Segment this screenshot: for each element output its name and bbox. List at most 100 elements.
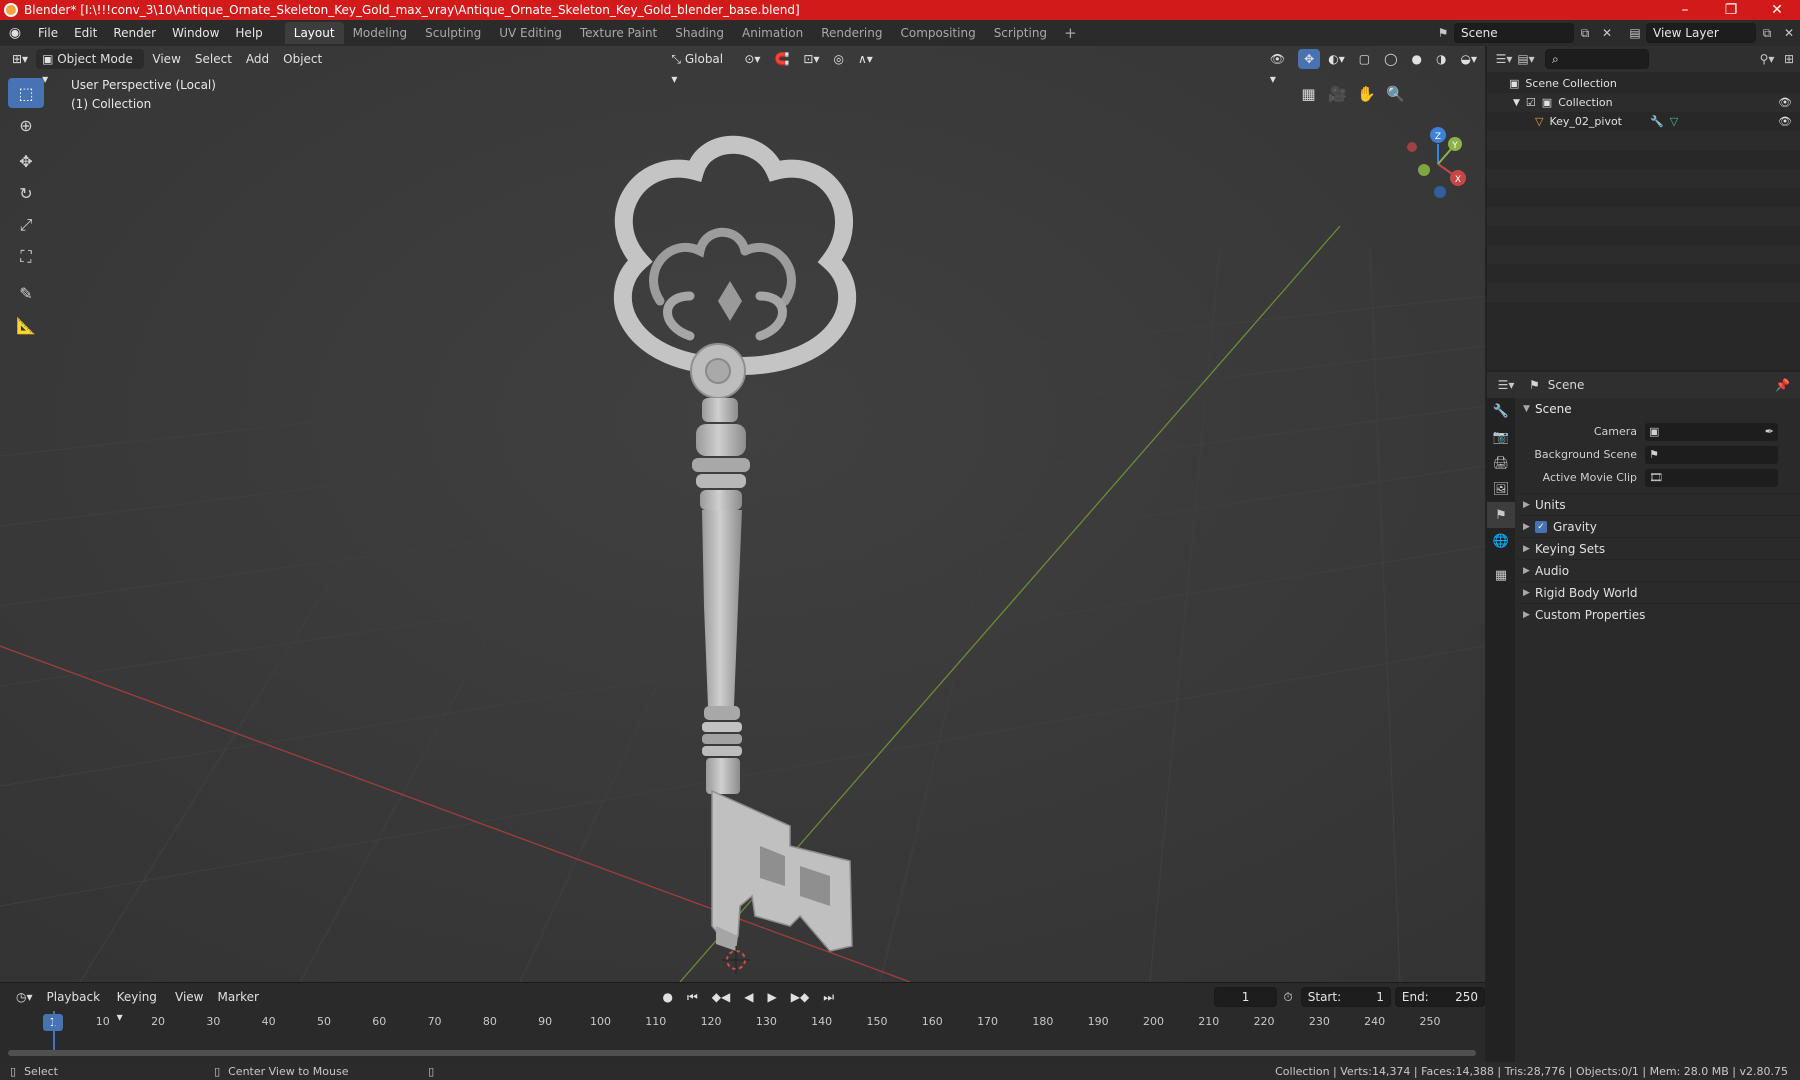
object-visibility-eye-icon[interactable]: 👁 [1778,115,1792,128]
gravity-panel[interactable]: ▶ ✓ Gravity [1517,515,1800,537]
expand-arrow-icon[interactable]: ▼ [1513,98,1520,108]
wireframe-shading-icon[interactable]: ◯ [1378,49,1403,69]
display-mode-icon[interactable]: ▤▾ [1515,49,1537,69]
blender-menu-icon[interactable]: ◉ [0,25,30,41]
outliner-row-collection[interactable]: ▼ ☑ ▣ Collection 👁 [1487,93,1800,112]
menu-object[interactable]: Object [277,49,328,69]
menu-keying[interactable]: Keying ▾ [111,987,167,1024]
filter-icon[interactable]: ⚲▾ [1756,49,1778,69]
timeline-ruler[interactable]: 1 10203040506070809010011012013014015016… [0,1011,1485,1033]
mesh-data-icon[interactable]: ▽ [1670,115,1678,128]
3d-viewport[interactable]: Z X Y ⊞▾ ▣ Object Mode ▾ View Select Add… [0,46,1485,982]
add-workspace-button[interactable]: + [1056,24,1085,42]
prev-keyframe-icon[interactable]: ◆◀ [706,987,736,1007]
rendered-shading-icon[interactable]: ◒▾ [1454,49,1483,69]
pivot-point-icon[interactable]: ⊙▾ [738,49,766,69]
properties-editor-type-icon[interactable]: ☰▾ [1495,375,1517,395]
transform-orientation-dropdown[interactable]: ⤡ Global ▾ [665,49,736,86]
tool-settings-tab-icon[interactable]: 🔧 [1487,398,1515,424]
new-collection-icon[interactable]: ⊞ [1778,49,1800,69]
select-box-tool-icon[interactable]: ⬚ [8,78,44,108]
menu-timeline-view[interactable]: View [169,987,209,1007]
rotate-tool-icon[interactable]: ↻ [8,178,44,208]
rigid-body-world-panel[interactable]: ▶ Rigid Body World [1517,581,1800,603]
view-layer-tab-icon[interactable]: 🖼 [1487,476,1515,502]
falloff-icon[interactable]: ∧▾ [852,49,879,69]
view-layer-field[interactable]: View Layer [1646,23,1756,43]
snap-target-icon[interactable]: ⊡▾ [797,49,825,69]
menu-edit[interactable]: Edit [66,22,105,44]
proportional-edit-icon[interactable]: ◎ [827,49,849,69]
solid-shading-icon[interactable]: ● [1406,49,1428,69]
menu-view[interactable]: View [146,49,186,69]
gravity-checkbox[interactable]: ✓ [1535,520,1547,533]
tab-shading[interactable]: Shading [666,22,733,44]
play-icon[interactable]: ▶ [761,987,782,1007]
measure-tool-icon[interactable]: 📐 [8,310,44,340]
stopwatch-icon[interactable]: ⏱ [1277,987,1298,1007]
custom-properties-panel[interactable]: ▶ Custom Properties [1517,603,1800,625]
close-button[interactable]: ✕ [1754,2,1800,18]
play-reverse-icon[interactable]: ◀ [738,987,759,1007]
output-tab-icon[interactable]: 🖨 [1487,450,1515,476]
background-scene-field[interactable]: ⚑ [1645,445,1778,464]
next-keyframe-icon[interactable]: ▶◆ [785,987,815,1007]
modifier-wrench-icon[interactable]: 🔧 [1650,115,1664,128]
material-shading-icon[interactable]: ◑ [1430,49,1452,69]
current-frame-field[interactable]: 1 [1213,987,1278,1007]
menu-render[interactable]: Render [105,22,164,44]
mode-dropdown[interactable]: ▣ Object Mode ▾ [36,49,145,86]
tab-rendering[interactable]: Rendering [812,22,891,44]
remove-scene-icon[interactable]: ✕ [1596,23,1618,43]
pan-hand-icon[interactable]: ✋ [1353,82,1380,106]
scene-selector-icon[interactable]: ⚑ [1432,23,1454,43]
tab-uv-editing[interactable]: UV Editing [490,22,571,44]
tab-animation[interactable]: Animation [733,22,812,44]
outliner-row-object[interactable]: ▽ Key_02_pivot 🔧 ▽ 👁 [1487,112,1800,131]
camera-field[interactable]: ▣ ✒ [1645,422,1778,441]
menu-add[interactable]: Add [240,49,275,69]
scene-name-field[interactable]: Scene [1454,23,1574,43]
scene-tab-icon[interactable]: ⚑ [1487,502,1515,528]
scene-panel-header[interactable]: ▼ Scene [1517,398,1800,420]
menu-file[interactable]: File [30,22,66,44]
audio-panel[interactable]: ▶ Audio [1517,559,1800,581]
active-movie-clip-field[interactable]: 🎞 [1645,468,1778,487]
tab-layout[interactable]: Layout [284,22,344,44]
collection-checkbox[interactable]: ☑ [1526,96,1536,109]
outliner-row-scene-collection[interactable]: ▣ Scene Collection [1487,74,1800,93]
annotate-tool-icon[interactable]: ✎ [8,278,44,308]
timeline-scrollbar[interactable] [8,1050,1476,1056]
minimize-button[interactable]: – [1662,2,1708,18]
render-tab-icon[interactable]: 📷 [1487,424,1515,450]
menu-playback[interactable]: Playback ▾ [41,987,109,1024]
snap-icon[interactable]: 🧲 [768,49,795,69]
remove-view-layer-icon[interactable]: ✕ [1778,23,1800,43]
visibility-icon[interactable]: 👁▾ [1264,49,1296,86]
end-frame-field[interactable]: End: 250 [1394,987,1485,1007]
menu-marker[interactable]: Marker [212,987,265,1007]
tab-modeling[interactable]: Modeling [344,22,417,44]
move-tool-icon[interactable]: ✥ [8,146,44,176]
outliner-editor-type-icon[interactable]: ☰▾ [1493,49,1515,69]
keying-sets-panel[interactable]: ▶ Keying Sets [1517,537,1800,559]
overlay-toggle-icon[interactable]: ◐▾ [1322,49,1351,69]
cursor-tool-icon[interactable]: ⊕ [8,110,44,140]
collection-visibility-eye-icon[interactable]: 👁 [1778,96,1792,109]
jump-start-icon[interactable]: ⏮ [681,987,704,1007]
tab-texture-paint[interactable]: Texture Paint [571,22,666,44]
eyedropper-icon[interactable]: ✒ [1765,425,1774,438]
outliner-search-input[interactable]: ⌕ [1545,49,1649,69]
maximize-button[interactable]: ❐ [1708,2,1754,18]
transform-tool-icon[interactable]: ⛶ [8,242,44,272]
jump-end-icon[interactable]: ⏭ [817,987,840,1007]
menu-select[interactable]: Select [189,49,238,69]
menu-window[interactable]: Window [164,22,227,44]
view-layer-selector-icon[interactable]: ▤ [1624,23,1646,43]
grid-view-icon[interactable]: ▦ [1295,82,1322,106]
world-tab-icon[interactable]: 🌐 [1487,528,1515,554]
gizmo-toggle-icon[interactable]: ✥ [1298,49,1321,69]
texture-tab-icon[interactable]: ▦ [1487,562,1515,588]
tab-compositing[interactable]: Compositing [891,22,984,44]
camera-view-icon[interactable]: 🎥 [1324,82,1351,106]
